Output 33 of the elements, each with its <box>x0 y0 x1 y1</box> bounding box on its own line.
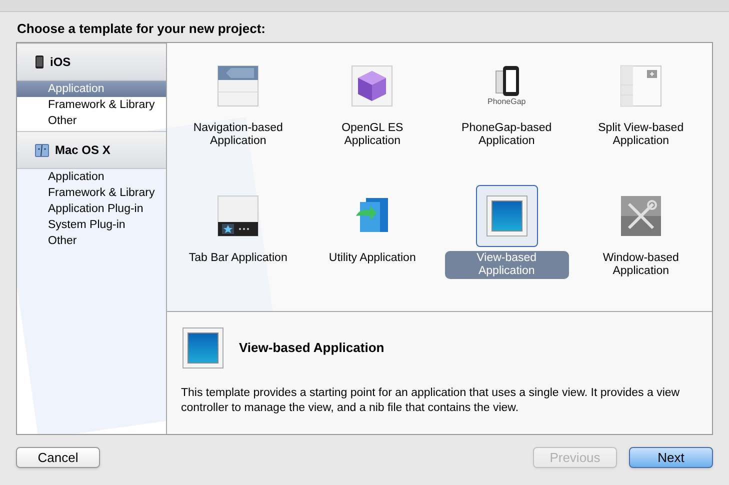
navigation-bar-icon <box>216 64 260 108</box>
sidebar-item[interactable]: Other <box>17 113 166 129</box>
view-icon <box>484 194 529 238</box>
finder-icon <box>35 144 49 156</box>
template-label[interactable]: PhoneGap-based Application <box>444 121 569 149</box>
tab-bar-icon <box>216 194 260 238</box>
section-header: Mac OS X <box>55 142 110 159</box>
sidebar-item[interactable]: Framework & Library <box>17 185 166 201</box>
sidebar-item[interactable]: Application <box>17 169 166 185</box>
cube-icon <box>350 64 394 108</box>
logo-text: PhoneGap <box>487 97 526 107</box>
dialog-heading: Choose a template for your new project: <box>17 20 266 38</box>
sidebar-item[interactable]: System Plug-in <box>17 217 166 233</box>
sidebar-item[interactable]: Application Plug-in <box>17 201 166 217</box>
detail-description: This template provides a starting point for an application that uses a single view. It provides a view controller to manage the view, and a nib file that contains the view. <box>181 386 681 416</box>
template-label[interactable]: Tab Bar Application <box>182 251 294 266</box>
section-header: iOS <box>50 54 71 71</box>
detail-title: View-based Application <box>239 339 384 358</box>
sidebar-item[interactable]: Other <box>17 233 166 249</box>
template-icon-frame[interactable]: PhoneGap <box>476 55 538 117</box>
dialog-button[interactable]: Cancel <box>16 447 100 468</box>
template-label[interactable]: Window-based Application <box>578 251 703 279</box>
dialog-button[interactable]: Next <box>629 447 713 468</box>
template-label[interactable]: Split View-based Application <box>578 121 703 149</box>
view-icon <box>181 326 225 370</box>
template-label[interactable]: Utility Application <box>322 251 422 266</box>
sidebar-item[interactable]: Framework & Library <box>17 97 166 113</box>
tools-icon <box>618 194 663 238</box>
template-label[interactable]: OpenGL ES Application <box>310 121 434 149</box>
template-label[interactable]: Navigation-based Application <box>176 121 300 149</box>
template-label[interactable]: View-based Application <box>444 251 569 279</box>
phone-icon <box>35 55 44 69</box>
split-view-icon <box>618 64 663 108</box>
